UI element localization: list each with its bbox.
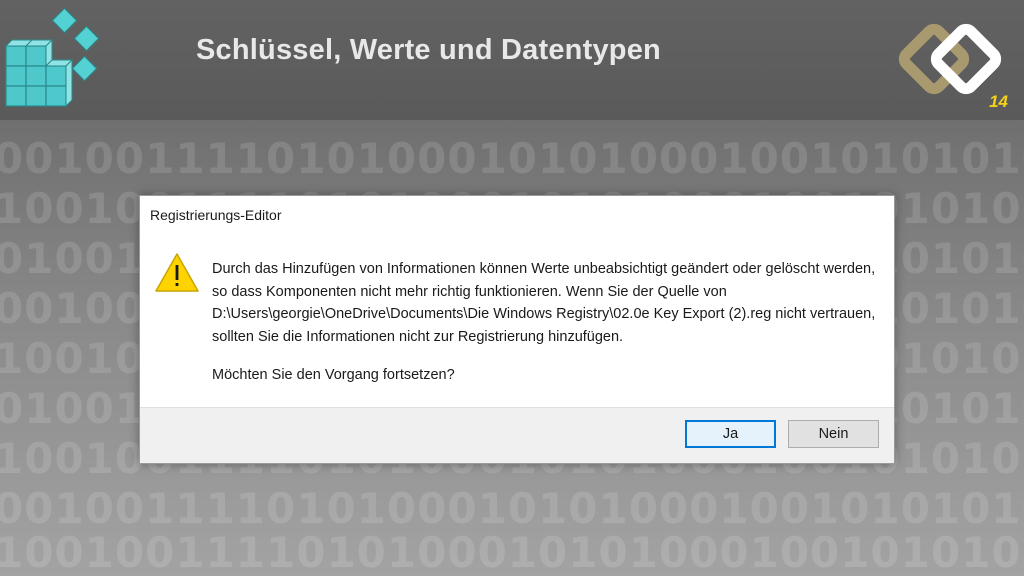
dialog-button-bar: Ja Nein	[140, 407, 894, 463]
registry-editor-cubes-icon	[4, 7, 100, 108]
dialog-title: Registrierungs-Editor	[150, 207, 282, 223]
slide-number: 14	[989, 92, 1008, 111]
binary-line: 00100111101010001010100010010101010	[0, 134, 1024, 183]
binary-line: 10010011110101000101010001001010101	[0, 528, 1024, 576]
slide-title: Schlüssel, Werte und Datentypen	[196, 34, 661, 66]
dialog-question: Möchten Sie den Vorgang fortsetzen?	[212, 367, 455, 383]
warning-text: Durch das Hinzufügen von Informationen k…	[212, 261, 876, 345]
dialog-message: Durch das Hinzufügen von Informationen k…	[212, 258, 882, 348]
slide-header: Schlüssel, Werte und Datentypen 14	[0, 0, 1024, 120]
warning-triangle-icon	[155, 253, 199, 292]
binary-line: 00100111101010001010100010010101010	[0, 484, 1024, 533]
registry-editor-dialog: Registrierungs-Editor Durch das Hinzufüg…	[139, 195, 895, 464]
no-button[interactable]: Nein	[788, 420, 879, 448]
yes-button[interactable]: Ja	[685, 420, 776, 448]
